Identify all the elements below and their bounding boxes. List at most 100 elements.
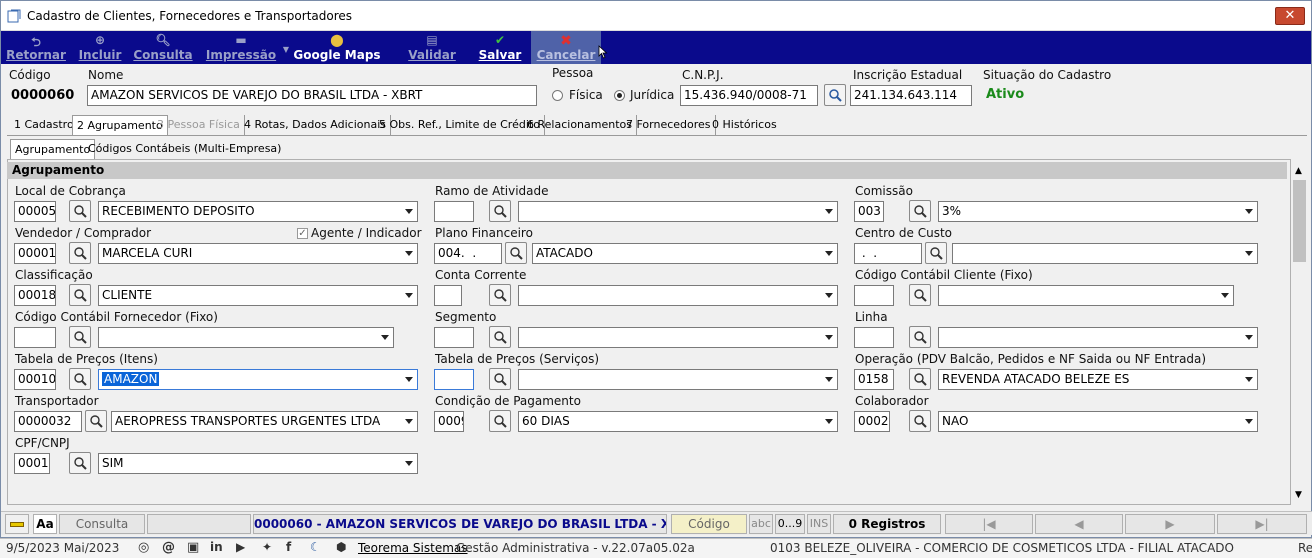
nav-last-button[interactable]: ▶| — [1217, 514, 1307, 534]
nav-first-button[interactable]: |◀ — [945, 514, 1033, 534]
tab-cadastro[interactable]: 1 Cadastro — [10, 115, 79, 135]
tabela-precos-itens-combo[interactable]: AMAZON — [98, 369, 418, 390]
ramo-atividade-search[interactable] — [489, 200, 511, 222]
nav-next-button[interactable]: ▶ — [1125, 514, 1215, 534]
condicao-pagamento-combo[interactable]: 60 DIAS — [518, 411, 838, 432]
plano-financeiro-search[interactable] — [505, 242, 527, 264]
chevron-down-icon[interactable] — [405, 251, 413, 256]
chevron-down-icon[interactable] — [1221, 293, 1229, 298]
operacao-search[interactable] — [909, 368, 931, 390]
cancelar-button[interactable]: ✖ Cancelar — [531, 31, 601, 64]
centro-custo-search[interactable] — [925, 242, 947, 264]
vertical-scrollbar[interactable]: ▲ ▼ — [1291, 162, 1308, 505]
ramo-atividade-code[interactable] — [434, 201, 474, 222]
transportador-code[interactable]: 0000032 — [14, 411, 82, 432]
fisica-radio[interactable] — [552, 90, 563, 101]
instagram-icon[interactable]: ▣ — [187, 540, 199, 555]
scroll-up-icon[interactable]: ▲ — [1295, 166, 1302, 176]
centro-custo-code[interactable]: . . — [854, 243, 922, 264]
classificacao-code[interactable]: 00018 — [14, 285, 56, 306]
transportador-search[interactable] — [85, 410, 107, 432]
subtab-codigos-contabeis[interactable]: Códigos Contábeis (Multi-Empresa) — [84, 139, 285, 159]
agente-checkbox[interactable]: ✓ — [297, 228, 308, 239]
teorema-link[interactable]: Teorema Sistemas — [358, 541, 468, 555]
plano-financeiro-code[interactable]: 004. . — [434, 243, 502, 264]
chevron-down-icon[interactable] — [825, 209, 833, 214]
close-button[interactable]: ✕ — [1275, 7, 1305, 25]
chevron-down-icon[interactable] — [825, 335, 833, 340]
scroll-down-icon[interactable]: ▼ — [1295, 490, 1302, 500]
impressao-dropdown[interactable]: ▼ — [281, 45, 291, 78]
linha-combo[interactable] — [938, 327, 1258, 348]
segmento-code[interactable] — [434, 327, 474, 348]
cpf-cnpj-combo[interactable]: SIM — [98, 453, 418, 474]
youtube-icon[interactable]: ▶ — [236, 540, 245, 554]
operacao-code[interactable]: 0158 — [854, 369, 894, 390]
chevron-down-icon[interactable] — [405, 377, 413, 382]
classificacao-combo[interactable]: CLIENTE — [98, 285, 418, 306]
tabela-precos-servicos-code[interactable] — [434, 369, 474, 390]
operacao-combo[interactable]: REVENDA ATACADO BELEZE ES — [938, 369, 1258, 390]
google-maps-button[interactable]: ⬤ Google Maps — [293, 31, 381, 64]
comissao-code[interactable]: 003 — [854, 201, 884, 222]
chevron-down-icon[interactable] — [1245, 377, 1253, 382]
ramo-atividade-combo[interactable] — [518, 201, 838, 222]
segmento-search[interactable] — [489, 326, 511, 348]
twitter-icon[interactable]: ✦ — [262, 540, 272, 554]
transportador-combo[interactable]: AEROPRESS TRANSPORTES URGENTES LTDA — [111, 411, 418, 432]
chevron-down-icon[interactable] — [825, 293, 833, 298]
colaborador-search[interactable] — [909, 410, 931, 432]
cod-contabil-fornecedor-code[interactable] — [14, 327, 56, 348]
condicao-pagamento-search[interactable] — [489, 410, 511, 432]
linha-code[interactable] — [854, 327, 894, 348]
conta-corrente-code[interactable] — [434, 285, 462, 306]
plano-financeiro-combo[interactable]: ATACADO — [532, 243, 838, 264]
linkedin-icon[interactable]: in — [210, 540, 223, 554]
at-icon[interactable]: @ — [162, 540, 175, 555]
tab-fornecedores[interactable]: 7 Fornecedores — [622, 115, 716, 135]
subtab-agrupamento[interactable]: Agrupamento — [10, 139, 96, 159]
impressao-button[interactable]: ▬ Impressão — [203, 31, 279, 64]
local-cobranca-combo[interactable]: RECEBIMENTO DEPOSITO — [98, 201, 418, 222]
chevron-down-icon[interactable] — [1245, 335, 1253, 340]
ie-field[interactable]: 241.134.643.114 — [850, 85, 972, 106]
comissao-search[interactable] — [909, 200, 931, 222]
tab-relacionamentos[interactable]: 6 Relacionamentos — [523, 115, 637, 135]
classificacao-search[interactable] — [69, 284, 91, 306]
chevron-down-icon[interactable] — [405, 419, 413, 424]
comissao-combo[interactable]: 3% — [938, 201, 1258, 222]
cod-contabil-fornecedor-search[interactable] — [69, 326, 91, 348]
cpf-cnpj-code[interactable]: 0001 — [14, 453, 50, 474]
validar-button[interactable]: ▤ Validar — [405, 31, 459, 64]
centro-custo-combo[interactable] — [952, 243, 1258, 264]
juridica-radio[interactable] — [614, 90, 625, 101]
incluir-button[interactable]: ⊕ Incluir — [73, 31, 127, 64]
tab-rotas[interactable]: 4 Rotas, Dados Adicionais — [240, 115, 392, 135]
conta-corrente-combo[interactable] — [518, 285, 838, 306]
cod-contabil-cliente-search[interactable] — [909, 284, 931, 306]
salvar-button[interactable]: ✔ Salvar — [473, 31, 527, 64]
cnpj-field[interactable]: 15.436.940/0008-71 — [680, 85, 818, 106]
tab-obs-ref[interactable]: 5 Obs. Ref., Limite de Crédito — [375, 115, 545, 135]
chevron-down-icon[interactable] — [825, 251, 833, 256]
chevron-down-icon[interactable] — [381, 335, 389, 340]
retornar-button[interactable]: ⮌ Retornar — [5, 31, 67, 64]
cod-contabil-fornecedor-combo[interactable] — [98, 327, 394, 348]
chevron-down-icon[interactable] — [1245, 209, 1253, 214]
highlighter-button[interactable] — [5, 514, 29, 534]
cloud-icon[interactable]: ◎ — [138, 540, 149, 555]
chevron-down-icon[interactable] — [405, 293, 413, 298]
linha-search[interactable] — [909, 326, 931, 348]
sort-codigo-button[interactable]: Código — [671, 514, 747, 534]
font-size-button[interactable]: Aa — [33, 514, 57, 534]
vendedor-combo[interactable]: MARCELA CURI — [98, 243, 418, 264]
tabela-precos-itens-search[interactable] — [69, 368, 91, 390]
tabela-precos-itens-code[interactable]: 00010 — [14, 369, 56, 390]
cod-contabil-cliente-code[interactable] — [854, 285, 894, 306]
tabela-precos-servicos-search[interactable] — [489, 368, 511, 390]
vendedor-code[interactable]: 00001 — [14, 243, 56, 264]
chevron-down-icon[interactable] — [825, 419, 833, 424]
local-cobranca-code[interactable]: 00005 — [14, 201, 56, 222]
chevron-down-icon[interactable] — [405, 209, 413, 214]
chevron-down-icon[interactable] — [405, 461, 413, 466]
